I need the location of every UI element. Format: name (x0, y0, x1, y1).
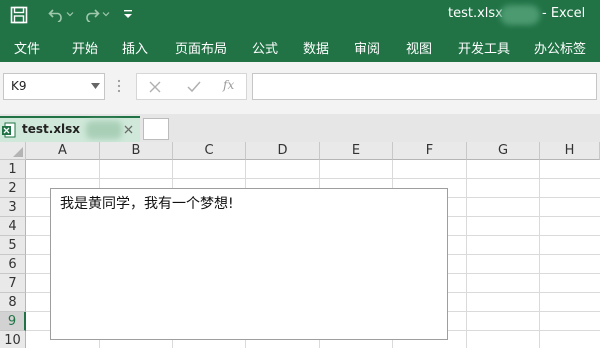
select-all-button[interactable] (0, 142, 26, 160)
customize-quick-access-icon[interactable] (122, 8, 134, 20)
tab-home[interactable]: 开始 (72, 38, 98, 57)
text-box-content[interactable]: 我是黄同学，我有一个梦想! (60, 193, 234, 213)
column-header[interactable]: B (100, 142, 173, 160)
chevron-down-icon[interactable] (91, 83, 100, 89)
workbook-tab-label: test.xlsx (22, 122, 81, 136)
tab-developer[interactable]: 开发工具 (458, 38, 510, 57)
name-box[interactable]: K9 (3, 73, 105, 100)
row-header[interactable]: 5 (0, 236, 26, 255)
tab-data[interactable]: 数据 (303, 38, 329, 57)
check-icon[interactable] (187, 81, 201, 93)
column-header[interactable]: F (393, 142, 467, 160)
name-box-value: K9 (11, 79, 27, 93)
tab-view[interactable]: 视图 (406, 38, 432, 57)
redo-dropdown-icon[interactable] (102, 10, 110, 18)
row-header[interactable]: 4 (0, 217, 26, 236)
blurred-region (86, 121, 122, 139)
text-box[interactable]: 我是黄同学，我有一个梦想! (50, 188, 448, 340)
tab-formulas[interactable]: 公式 (252, 38, 278, 57)
workbook-tab-strip: test.xlsx (0, 114, 600, 142)
blurred-region (500, 5, 540, 25)
ribbon-tab-bar: 文件 开始 插入 页面布局 公式 数据 审阅 视图 开发工具 办公标签 (0, 30, 600, 62)
row-header[interactable]: 8 (0, 293, 26, 312)
row-header[interactable]: 2 (0, 179, 26, 198)
row-header-selected[interactable]: 9 (0, 312, 26, 331)
formula-input[interactable] (252, 73, 597, 100)
save-icon[interactable] (10, 6, 28, 24)
column-header[interactable]: A (26, 142, 100, 160)
tab-insert[interactable]: 插入 (122, 38, 148, 57)
redo-icon[interactable] (84, 6, 100, 22)
excel-file-icon (2, 122, 16, 138)
column-header[interactable]: D (246, 142, 320, 160)
column-header[interactable]: C (173, 142, 246, 160)
row-header[interactable]: 1 (0, 160, 26, 179)
row-header[interactable]: 10 (0, 331, 26, 348)
row-header[interactable]: 6 (0, 255, 26, 274)
tab-page-layout[interactable]: 页面布局 (175, 38, 227, 57)
cancel-icon[interactable] (149, 81, 161, 93)
workbook-tab-active[interactable]: test.xlsx (0, 116, 140, 142)
select-all-triangle-icon (13, 147, 23, 157)
splitter-dots-icon[interactable] (117, 79, 121, 93)
formula-bar-area: K9 fx (0, 62, 600, 114)
window-title-app: - Excel (542, 6, 586, 21)
close-icon[interactable] (124, 125, 133, 134)
tab-review[interactable]: 审阅 (354, 38, 380, 57)
formula-buttons: fx (136, 73, 247, 100)
window-title-filename: test.xlsx (448, 6, 503, 21)
column-header[interactable]: H (540, 142, 600, 160)
title-bar: test.xlsx - Excel (0, 0, 600, 30)
undo-dropdown-icon[interactable] (66, 10, 74, 18)
undo-icon[interactable] (48, 6, 64, 22)
tab-office-tab[interactable]: 办公标签 (534, 38, 586, 57)
row-header[interactable]: 3 (0, 198, 26, 217)
insert-function-icon[interactable]: fx (223, 78, 234, 92)
grid-line (26, 178, 600, 179)
tab-file[interactable]: 文件 (14, 38, 40, 57)
column-header[interactable]: E (320, 142, 393, 160)
excel-window: test.xlsx - Excel 文件 开始 插入 页面布局 公式 数据 审阅… (0, 0, 600, 348)
new-workbook-tab-button[interactable] (143, 118, 169, 140)
row-header[interactable]: 7 (0, 274, 26, 293)
column-header[interactable]: G (467, 142, 540, 160)
